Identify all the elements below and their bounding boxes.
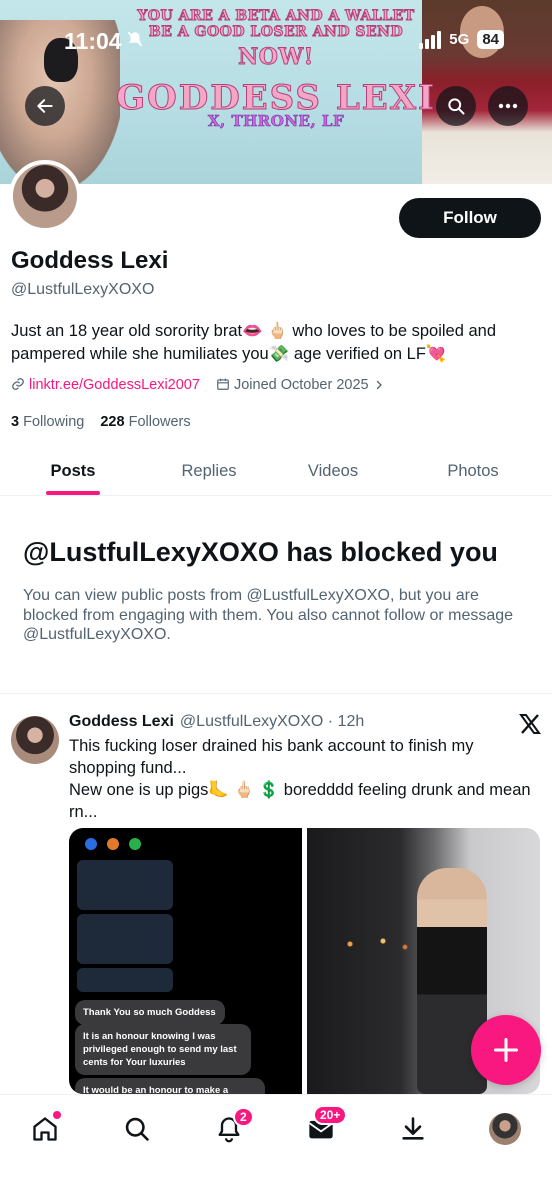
tab-videos[interactable]: Videos <box>283 447 383 495</box>
banking-card <box>77 914 173 964</box>
profile-tabs: Posts Replies Videos Photos <box>0 447 552 496</box>
my-avatar <box>489 1113 521 1145</box>
banking-card <box>77 860 173 910</box>
battery-level: 84 <box>477 30 504 49</box>
messages-badge: 20+ <box>313 1105 348 1125</box>
nav-home[interactable] <box>27 1111 63 1147</box>
following-label: Following <box>23 414 85 430</box>
blocked-title: @LustfulLexyXOXO has blocked you <box>23 537 498 567</box>
chat-bubble: It would be an honour to make a <box>75 1078 265 1094</box>
profile-meta: linktr.ee/GoddessLexi2007 Joined October… <box>11 377 385 393</box>
joined-text: Joined October 2025 <box>233 377 369 393</box>
arrow-left-icon <box>37 99 53 113</box>
status-time: 11:04 <box>64 28 122 54</box>
following-stat[interactable]: 3 Following <box>11 414 84 430</box>
following-count: 3 <box>11 414 20 430</box>
nav-notifications[interactable]: 2 <box>211 1107 254 1147</box>
chevron-right-icon <box>376 380 382 390</box>
network-type: 5G <box>449 31 470 48</box>
post-text: This fucking loser drained his bank acco… <box>69 737 531 821</box>
post-header: Goddess Lexi @LustfulLexyXOXO · 12h <box>69 713 364 731</box>
bottom-navigation: 2 20+ <box>0 1094 552 1200</box>
profile-link[interactable]: linktr.ee/GoddessLexi2007 <box>11 377 200 393</box>
display-name: Goddess Lexi <box>11 247 169 274</box>
followers-label: Followers <box>128 414 191 430</box>
profile-avatar[interactable] <box>9 160 81 232</box>
download-icon <box>402 1117 424 1140</box>
plus-icon <box>493 1037 519 1063</box>
home-unread-dot <box>53 1111 61 1119</box>
more-options-button[interactable] <box>488 86 528 126</box>
nav-search[interactable] <box>119 1111 155 1147</box>
post-handle-time: @LustfulLexyXOXO · 12h <box>179 713 365 730</box>
follow-button[interactable]: Follow <box>399 198 541 238</box>
tab-replies[interactable]: Replies <box>159 447 259 495</box>
blocked-message: You can view public posts from @LustfulL… <box>23 587 514 643</box>
signal-icon <box>419 30 442 49</box>
profile-link-text[interactable]: linktr.ee/GoddessLexi2007 <box>29 377 200 393</box>
home-icon <box>33 1117 57 1141</box>
profile-bio: Just an 18 year old sorority brat👄 🖕🏻 wh… <box>11 322 497 363</box>
search-icon <box>125 1117 149 1141</box>
joined-date: Joined October 2025 <box>216 377 385 393</box>
chat-bubble: It is an honour knowing I was privileged… <box>75 1024 251 1075</box>
nav-downloads[interactable] <box>395 1111 431 1147</box>
user-handle: @LustfulLexyXOXO <box>11 281 155 298</box>
more-icon <box>498 103 518 109</box>
compose-button[interactable] <box>471 1015 541 1085</box>
banking-app-icons <box>77 828 177 860</box>
chat-bubble: Thank You so much Goddess <box>75 1000 225 1025</box>
mute-icon <box>126 30 144 53</box>
city-lights <box>317 908 427 968</box>
post-avatar[interactable] <box>11 716 59 764</box>
post-author-name[interactable]: Goddess Lexi <box>69 713 174 731</box>
status-indicators: 5G 84 <box>419 30 504 49</box>
banking-card <box>77 968 173 992</box>
active-tab-indicator <box>46 491 100 495</box>
banner-line-1: YOU ARE A BETA AND A WALLET <box>137 8 415 25</box>
post-media-screenshot[interactable]: Thank You so much Goddess It is an honou… <box>69 828 302 1094</box>
nav-messages[interactable]: 20+ <box>303 1105 348 1147</box>
link-icon <box>12 378 24 390</box>
calendar-icon <box>217 378 229 390</box>
tab-posts[interactable]: Posts <box>23 447 123 495</box>
search-icon <box>448 98 465 115</box>
tab-photos[interactable]: Photos <box>423 447 523 495</box>
followers-count: 228 <box>100 414 125 430</box>
nav-profile[interactable] <box>487 1111 523 1147</box>
back-button[interactable] <box>25 86 65 126</box>
notifications-badge: 2 <box>233 1107 254 1127</box>
search-button[interactable] <box>436 86 476 126</box>
follow-stats: 3 Following 228 Followers <box>11 414 191 430</box>
followers-stat[interactable]: 228 Followers <box>100 414 190 430</box>
divider <box>0 693 552 694</box>
